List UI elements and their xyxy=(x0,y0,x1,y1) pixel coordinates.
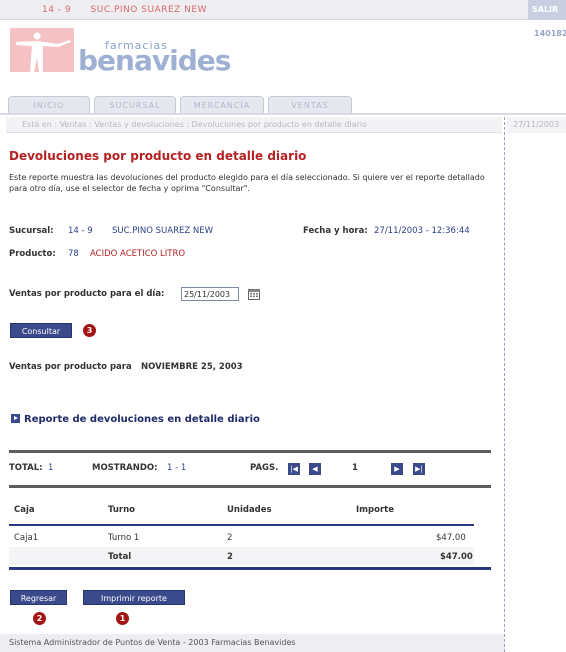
mostrando-value: 1 - 1 xyxy=(167,463,187,473)
report-section-link[interactable]: Reporte de devoluciones en detalle diari… xyxy=(11,413,260,425)
imprimir-step-badge: 1 xyxy=(116,612,129,625)
total-value: 1 xyxy=(48,463,54,473)
total-row-importe: $47.00 xyxy=(440,552,473,562)
pags-label: PAGS. xyxy=(250,463,279,473)
store-name: SUC.PINO SUAREZ NEW xyxy=(90,5,207,15)
exit-button[interactable]: SALIR xyxy=(528,0,566,20)
report-section-label: Reporte de devoluciones en detalle diari… xyxy=(24,414,260,425)
report-date-label: Ventas por producto para xyxy=(9,362,132,372)
sucursal-label: Sucursal: xyxy=(9,226,54,236)
table-total-row xyxy=(9,547,474,565)
tab-inicio[interactable]: INICIO xyxy=(8,96,90,114)
calendar-icon[interactable] xyxy=(248,288,260,300)
col-header-importe: Importe xyxy=(356,505,394,515)
page-title: Devoluciones por producto en detalle dia… xyxy=(9,149,307,163)
fecha-value: 27/11/2003 - 12:36:44 xyxy=(374,226,470,236)
consultar-button[interactable]: Consultar xyxy=(10,323,72,338)
col-header-turno: Turno xyxy=(108,505,135,515)
regresar-step-badge: 2 xyxy=(33,612,46,625)
total-label: TOTAL: xyxy=(9,463,43,473)
fecha-label: Fecha y hora: xyxy=(303,226,368,236)
table-row xyxy=(9,528,474,546)
date-input[interactable] xyxy=(181,287,239,301)
prev-page-icon[interactable]: ◀ xyxy=(309,463,321,475)
top-bar: 14 - 9 SUC.PINO SUAREZ NEW SALIR xyxy=(0,0,566,20)
tab-sucursal[interactable]: SUCURSAL xyxy=(94,96,176,114)
current-page: 1 xyxy=(352,463,358,473)
regresar-button[interactable]: Regresar xyxy=(10,590,67,605)
content-divider xyxy=(504,117,505,652)
producto-code: 78 xyxy=(68,249,79,259)
col-header-unidades: Unidades xyxy=(227,505,272,515)
pager-bottom-rule xyxy=(9,485,491,488)
imprimir-reporte-button[interactable]: Imprimir reporte xyxy=(83,590,185,605)
breadcrumb: Está en : Ventas : Ventas y devoluciones… xyxy=(6,117,502,133)
table-header-rule xyxy=(9,524,474,526)
header-date: 27/11/2003 xyxy=(507,117,566,133)
page-description: Este reporte muestra las devoluciones de… xyxy=(9,173,485,193)
cell-importe: $47.00 xyxy=(436,533,466,543)
tab-mercancia[interactable]: MERCANCÍA xyxy=(180,96,264,114)
cell-unidades: 2 xyxy=(227,533,233,543)
first-page-icon[interactable]: |◀ xyxy=(288,463,300,475)
consultar-step-badge: 3 xyxy=(83,324,96,337)
header-code: 140182 xyxy=(534,29,566,38)
producto-name: ACIDO ACETICO LITRO xyxy=(90,249,186,259)
total-row-unidades: 2 xyxy=(227,552,233,562)
cell-turno: Turno 1 xyxy=(108,533,140,543)
last-page-icon[interactable]: ▶| xyxy=(413,463,425,475)
next-page-icon[interactable]: ▶ xyxy=(391,463,403,475)
table-bottom-rule xyxy=(9,567,491,570)
report-date-value: NOVIEMBRE 25, 2003 xyxy=(141,362,243,372)
date-label: Ventas por producto para el día: xyxy=(9,289,165,299)
store-indicator: 14 - 9 SUC.PINO SUAREZ NEW xyxy=(42,5,223,15)
tab-ventas[interactable]: VENTAS xyxy=(268,96,352,114)
logo-figure-icon xyxy=(10,28,74,72)
sucursal-code: 14 - 9 xyxy=(68,226,93,236)
page-footer: Sistema Administrador de Puntos de Venta… xyxy=(0,634,504,652)
store-code: 14 - 9 xyxy=(42,5,72,15)
total-row-label: Total xyxy=(108,552,132,562)
sucursal-name: SUC.PINO SUAREZ NEW xyxy=(112,226,214,236)
cell-caja: Caja1 xyxy=(14,533,39,543)
tab-underline xyxy=(0,113,566,115)
producto-label: Producto: xyxy=(9,249,56,259)
pager-top-rule xyxy=(9,450,491,453)
play-arrow-icon xyxy=(11,414,20,423)
benavides-logo: farmacias benavides xyxy=(10,28,231,77)
col-header-caja: Caja xyxy=(14,505,35,515)
mostrando-label: MOSTRANDO: xyxy=(92,463,158,473)
logo-text-big: benavides xyxy=(78,44,231,77)
